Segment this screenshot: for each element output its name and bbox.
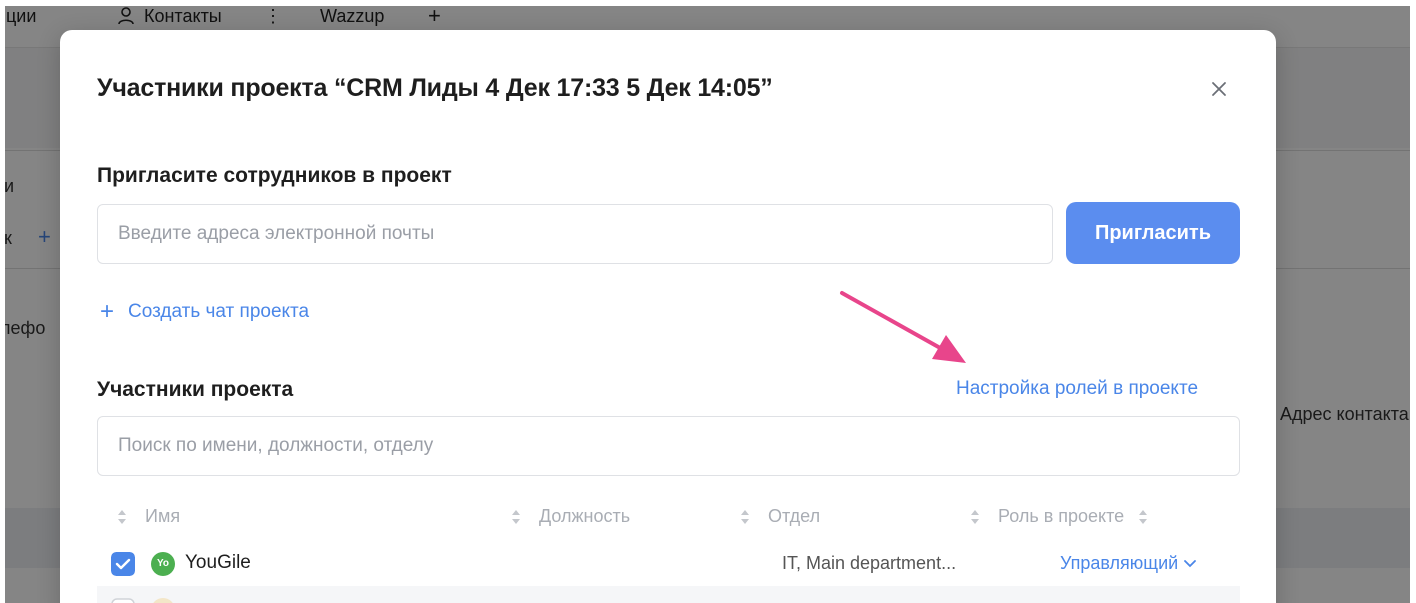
- close-icon[interactable]: [1206, 76, 1232, 102]
- sort-icon[interactable]: [117, 508, 127, 526]
- avatar: [151, 598, 175, 603]
- screen-edge-left: [0, 0, 5, 603]
- members-search-input[interactable]: [97, 416, 1240, 476]
- table-row[interactable]: Yo YouGile IT, Main department... Управл…: [97, 544, 1240, 582]
- column-header-department[interactable]: Отдел: [740, 506, 820, 527]
- row-checkbox[interactable]: [111, 598, 135, 603]
- role-dropdown-label: Управляющий: [1060, 553, 1179, 573]
- project-members-modal: Участники проекта “CRM Лиды 4 Дек 17:33 …: [60, 30, 1276, 603]
- column-header-position[interactable]: Должность: [511, 506, 630, 527]
- screen-edge-top: [0, 0, 1416, 6]
- sort-icon[interactable]: [511, 508, 521, 526]
- chevron-down-icon: [1184, 559, 1197, 567]
- plus-icon: +: [100, 298, 115, 325]
- screen-edge-right: [1410, 0, 1416, 603]
- member-department: IT, Main department...: [782, 553, 957, 573]
- invite-heading: Пригласите сотрудников в проект: [97, 164, 452, 187]
- column-header-department-label: Отдел: [768, 506, 821, 526]
- column-header-role-label: Роль в проекте: [998, 506, 1125, 526]
- column-header-name-label: Имя: [145, 506, 181, 526]
- role-dropdown[interactable]: Управляющий: [1060, 553, 1197, 574]
- create-chat-label: Создать чат проекта: [128, 301, 310, 322]
- column-header-position-label: Должность: [539, 506, 631, 526]
- email-input[interactable]: [97, 204, 1053, 264]
- members-heading: Участники проекта: [97, 378, 294, 401]
- table-row[interactable]: [97, 586, 1240, 603]
- create-chat-link[interactable]: + Создать чат проекта: [100, 300, 309, 324]
- sort-icon[interactable]: [970, 508, 980, 526]
- column-header-role[interactable]: Роль в проекте: [970, 506, 1148, 527]
- invite-button[interactable]: Пригласить: [1066, 202, 1240, 264]
- roles-settings-link[interactable]: Настройка ролей в проекте: [956, 378, 1198, 400]
- sort-icon[interactable]: [740, 508, 750, 526]
- column-header-name[interactable]: Имя: [117, 506, 180, 527]
- sort-icon[interactable]: [1138, 508, 1148, 526]
- avatar: Yo: [151, 552, 175, 576]
- row-checkbox[interactable]: [111, 552, 135, 576]
- member-name: YouGile: [185, 552, 251, 573]
- modal-title: Участники проекта “CRM Лиды 4 Дек 17:33 …: [97, 74, 773, 102]
